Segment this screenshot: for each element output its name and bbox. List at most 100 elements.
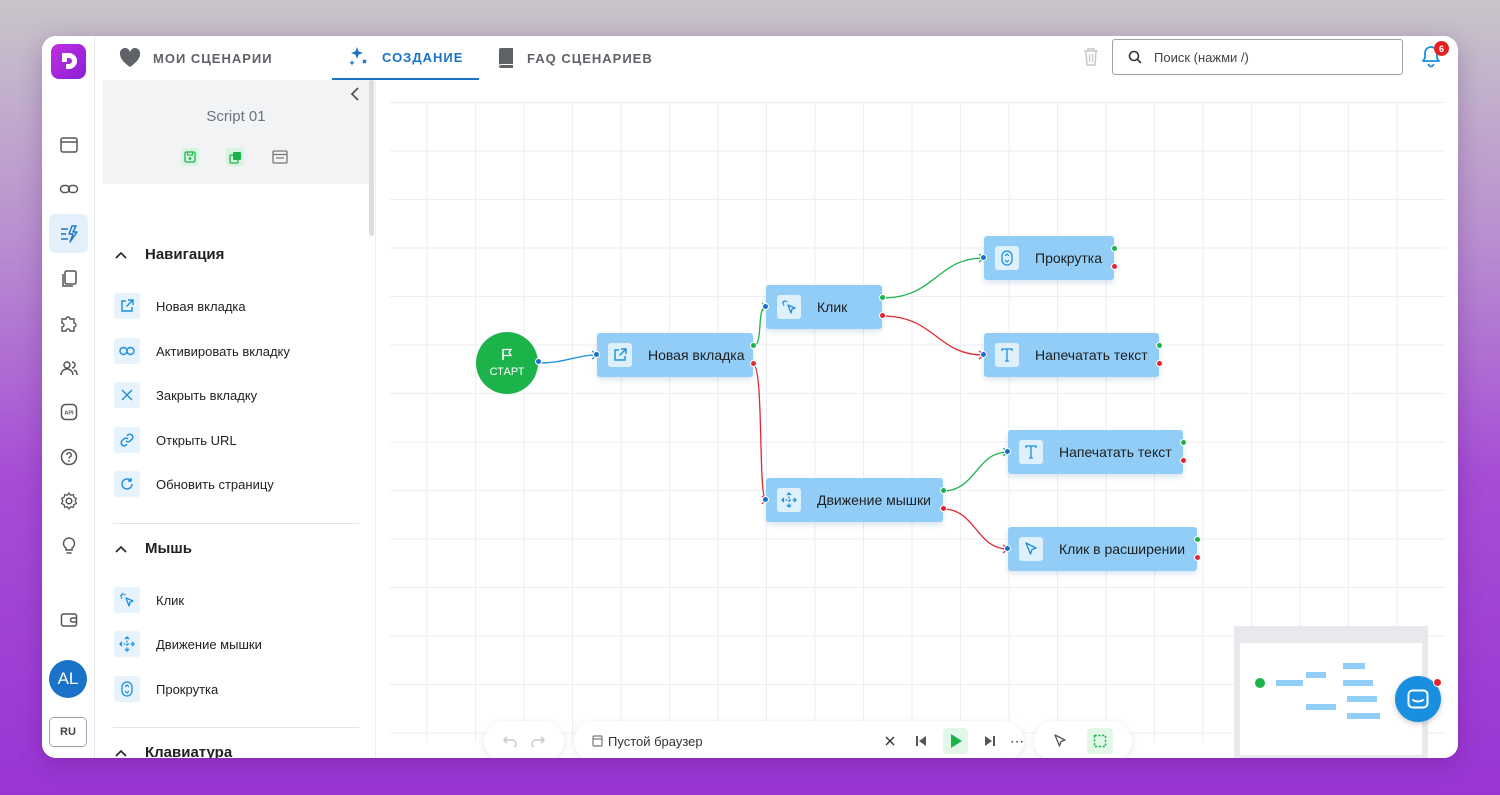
input-port[interactable]	[1004, 545, 1011, 552]
collapse-panel-icon[interactable]	[350, 86, 360, 102]
avatar[interactable]: AL	[49, 660, 87, 698]
block-label: Клик	[156, 592, 185, 608]
flow-canvas[interactable]: СТАРТ Новая вкладка Клик Прокрутка Напеч…	[375, 80, 1458, 758]
block-new-tab[interactable]: Новая вкладка	[114, 293, 246, 319]
undo-icon[interactable]	[502, 735, 518, 747]
lightbulb-icon[interactable]	[49, 526, 88, 565]
top-bar: МОИ СЦЕНАРИИ СОЗДАНИЕ FAQ СЦЕНАРИЕВ 6	[95, 36, 1458, 80]
tab-my-scripts[interactable]: МОИ СЦЕНАРИИ	[119, 36, 273, 80]
error-port[interactable]	[1156, 360, 1163, 367]
block-open-url[interactable]: Открыть URL	[114, 427, 237, 453]
tab-create[interactable]: СОЗДАНИЕ	[332, 36, 480, 80]
minimap-node	[1276, 680, 1303, 686]
click-icon	[114, 587, 140, 613]
node-new-tab[interactable]: Новая вкладка	[593, 333, 757, 377]
save-icon[interactable]	[181, 148, 199, 166]
section-divider	[113, 727, 359, 728]
trash-icon[interactable]	[1083, 47, 1099, 66]
block-scroll[interactable]: Прокрутка	[114, 676, 218, 702]
skip-forward-icon[interactable]	[978, 729, 1002, 753]
puzzle-icon[interactable]	[49, 303, 88, 342]
skip-back-icon[interactable]	[909, 729, 933, 753]
error-port[interactable]	[1194, 554, 1201, 561]
wallet-icon[interactable]	[49, 600, 88, 639]
node-scroll[interactable]: Прокрутка	[980, 236, 1118, 280]
success-port[interactable]	[1194, 536, 1201, 543]
pointer-tool-icon[interactable]	[1053, 734, 1067, 748]
section-navigation-header[interactable]: Навигация	[115, 246, 224, 263]
success-port[interactable]	[1111, 245, 1118, 252]
help-icon[interactable]	[49, 437, 88, 476]
input-port[interactable]	[980, 254, 987, 261]
success-port[interactable]	[750, 342, 757, 349]
input-port[interactable]	[593, 351, 600, 358]
error-port[interactable]	[940, 505, 947, 512]
input-port[interactable]	[762, 496, 769, 503]
block-activate-tab[interactable]: Активировать вкладку	[114, 338, 290, 364]
notification-badge: 6	[1434, 41, 1449, 56]
input-port[interactable]	[762, 303, 769, 310]
start-output-port[interactable]	[535, 358, 542, 365]
details-icon[interactable]	[271, 148, 289, 166]
api-icon[interactable]: API	[49, 392, 88, 431]
search-icon	[1128, 50, 1142, 64]
error-port[interactable]	[1180, 457, 1187, 464]
node-type-text-2[interactable]: Напечатать текст	[1004, 430, 1187, 474]
tab-faq[interactable]: FAQ СЦЕНАРИЕВ	[497, 36, 653, 80]
node-click[interactable]: Клик	[762, 285, 886, 329]
node-type-text-1[interactable]: Напечатать текст	[980, 333, 1163, 377]
settings-icon[interactable]	[49, 481, 88, 520]
users-icon[interactable]	[49, 348, 88, 387]
chevron-up-icon	[115, 545, 127, 553]
chevron-up-icon	[115, 251, 127, 259]
search-input[interactable]	[1112, 39, 1403, 75]
scroll-icon	[114, 676, 140, 702]
browser-profile-select[interactable]: Пустой браузер	[608, 734, 853, 749]
block-close-tab[interactable]: Закрыть вкладку	[114, 382, 257, 408]
error-port[interactable]	[1111, 263, 1118, 270]
start-node[interactable]: СТАРТ	[476, 332, 542, 394]
node-label: Движение мышки	[817, 492, 931, 508]
section-divider	[113, 523, 359, 524]
success-port[interactable]	[1180, 439, 1187, 446]
error-port[interactable]	[750, 360, 757, 367]
redo-icon[interactable]	[530, 735, 546, 747]
success-port[interactable]	[940, 487, 947, 494]
block-refresh-page[interactable]: Обновить страницу	[114, 471, 274, 497]
selection-tool-icon[interactable]	[1087, 728, 1113, 754]
minimap-node	[1343, 680, 1373, 686]
block-label: Обновить страницу	[156, 476, 274, 492]
link-icon[interactable]	[49, 169, 88, 208]
clear-browser-icon[interactable]	[885, 736, 895, 746]
node-extension-click[interactable]: Клик в расширении	[1004, 527, 1201, 571]
section-keyboard-header[interactable]: Клавиатура	[115, 744, 232, 758]
click-icon	[777, 295, 801, 319]
duplicate-icon[interactable]	[226, 148, 244, 166]
node-mouse-move[interactable]: Движение мышки	[762, 478, 947, 522]
script-header: Script 01	[103, 80, 369, 184]
success-port[interactable]	[879, 294, 886, 301]
flow-icon[interactable]	[49, 214, 88, 253]
browser-icon[interactable]	[49, 125, 88, 164]
error-port[interactable]	[879, 312, 886, 319]
block-click[interactable]: Клик	[114, 587, 184, 613]
section-title: Мышь	[145, 540, 193, 557]
script-name[interactable]: Script 01	[103, 108, 369, 125]
panel-scrollbar[interactable]	[369, 80, 374, 236]
section-mouse-header[interactable]: Мышь	[115, 540, 192, 557]
node-label: Клик	[817, 299, 848, 315]
more-options-icon[interactable]: ⋯	[1010, 733, 1024, 750]
search-field[interactable]	[1154, 49, 1384, 65]
node-label: Прокрутка	[1035, 250, 1103, 266]
move-icon	[114, 631, 140, 657]
history-toolbar	[484, 721, 564, 758]
copy-icon[interactable]	[49, 259, 88, 298]
language-switch[interactable]: RU	[49, 717, 87, 747]
play-icon[interactable]	[942, 728, 969, 754]
input-port[interactable]	[1004, 448, 1011, 455]
external-link-icon	[608, 343, 632, 367]
app-logo[interactable]	[51, 44, 86, 79]
block-mouse-move[interactable]: Движение мышки	[114, 631, 262, 657]
input-port[interactable]	[980, 351, 987, 358]
success-port[interactable]	[1156, 342, 1163, 349]
